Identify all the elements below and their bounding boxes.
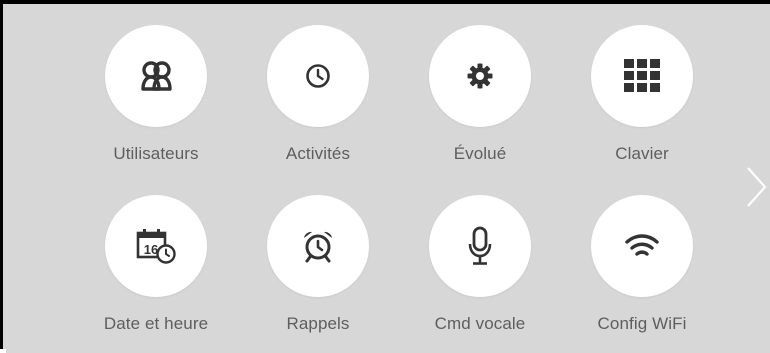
- clock-icon: [305, 63, 331, 89]
- menu-item-clavier[interactable]: Clavier: [577, 25, 707, 165]
- menu-item-label: Utilisateurs: [113, 144, 199, 163]
- menu-item-circle[interactable]: [591, 195, 693, 297]
- menu-item-label: Activités: [285, 144, 351, 163]
- screen-frame: Utilisateurs Activités Évolué Clavier 16…: [0, 0, 770, 353]
- menu-item-circle[interactable]: [429, 25, 531, 127]
- menu-item-label: Rappels: [286, 314, 350, 333]
- menu-item-evolue[interactable]: Évolué: [415, 25, 545, 165]
- menu-item-circle[interactable]: [267, 25, 369, 127]
- keypad-icon: [624, 59, 660, 93]
- menu-item-label: Évolué: [453, 144, 507, 163]
- menu-item-circle[interactable]: [429, 195, 531, 297]
- menu-item-utilisateurs[interactable]: Utilisateurs: [91, 25, 221, 165]
- menu-item-circle[interactable]: [105, 25, 207, 127]
- next-page-button[interactable]: [744, 165, 770, 209]
- calendar-clock-icon: 16: [136, 228, 176, 264]
- chevron-right-icon: [744, 167, 770, 213]
- menu-item-config-wifi[interactable]: Config WiFi: [577, 195, 707, 335]
- gear-icon: [466, 62, 494, 90]
- wifi-icon: [625, 233, 659, 259]
- menu-item-label: Cmd vocale: [434, 314, 526, 333]
- menu-item-cmd-vocale[interactable]: Cmd vocale: [415, 195, 545, 335]
- menu-item-circle[interactable]: [267, 195, 369, 297]
- menu-item-circle[interactable]: 16: [105, 195, 207, 297]
- alarm-clock-icon: [301, 229, 335, 263]
- menu-item-circle[interactable]: [591, 25, 693, 127]
- microphone-icon: [467, 226, 493, 266]
- menu-item-activites[interactable]: Activités: [253, 25, 383, 165]
- calendar-day: 16: [144, 242, 158, 257]
- menu-item-label: Config WiFi: [597, 314, 687, 333]
- menu-item-date-heure[interactable]: 16 Date et heure: [91, 195, 221, 335]
- menu-item-rappels[interactable]: Rappels: [253, 195, 383, 335]
- menu-item-label: Date et heure: [103, 314, 209, 333]
- menu-item-label: Clavier: [615, 144, 669, 163]
- users-icon: [139, 60, 173, 92]
- settings-menu: Utilisateurs Activités Évolué Clavier 16…: [6, 8, 770, 353]
